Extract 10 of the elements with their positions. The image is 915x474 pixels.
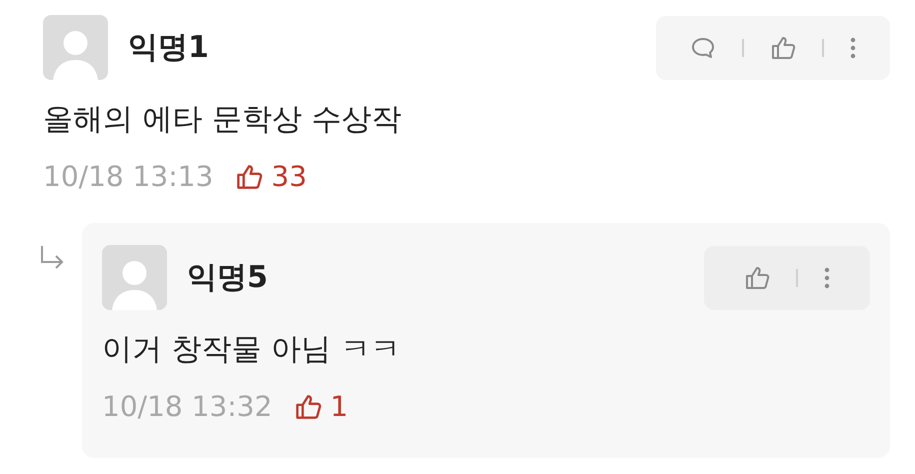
like-count: 33: [271, 160, 307, 193]
author-name: 익명5: [187, 259, 268, 297]
comment-text: 올해의 에타 문학상 수상작: [43, 101, 403, 139]
author-name: 익명1: [128, 29, 209, 67]
timestamp: 10/18 13:13: [43, 160, 214, 193]
like-count: 1: [330, 390, 348, 423]
timestamp: 10/18 13:32: [102, 390, 272, 423]
avatar: [102, 245, 167, 310]
comment-text: 이거 창작물 아님 ㅋㅋ: [102, 331, 402, 369]
avatar: [43, 15, 108, 80]
